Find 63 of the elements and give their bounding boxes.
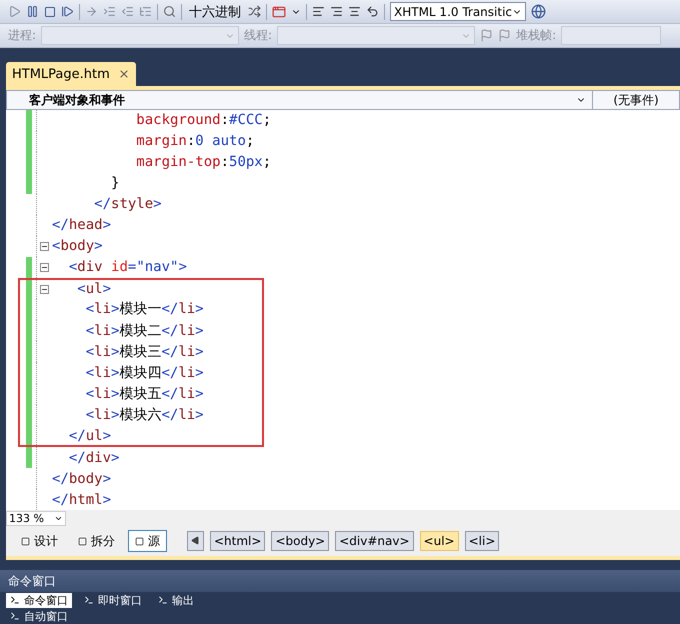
breadcrumb[interactable]: <div#nav>	[335, 531, 414, 551]
align-left-icon[interactable]	[312, 5, 325, 18]
code-line: <body>	[52, 238, 103, 254]
view-tab[interactable]: 源	[128, 530, 167, 552]
collapse-icon[interactable]	[40, 262, 49, 272]
code-line: <li>模块三</li>	[84, 342, 204, 361]
schema-select[interactable]: XHTML 1.0 Transitic	[390, 2, 526, 21]
window-icon[interactable]	[272, 4, 286, 18]
panel-tab[interactable]: 自动窗口	[6, 608, 72, 624]
terminal-icon	[10, 595, 20, 605]
pause-icon[interactable]	[26, 5, 39, 18]
scroll-left-button[interactable]	[187, 531, 204, 551]
code-line: </ul>	[68, 428, 112, 444]
hex-button[interactable]: 十六进制	[187, 2, 243, 20]
undo-icon[interactable]	[366, 5, 379, 18]
code-line: <li>模块六</li>	[84, 406, 204, 424]
code-line: </body>	[52, 470, 112, 487]
shuffle-icon[interactable]	[248, 5, 261, 18]
panel-tab[interactable]: 命令窗口	[6, 592, 72, 608]
terminal-icon	[158, 595, 168, 605]
zoom-select[interactable]: 133 %	[6, 510, 66, 526]
code-line: </style>	[93, 196, 162, 212]
stack-frame-label: 堆栈帧:	[516, 27, 556, 44]
square-icon	[21, 536, 30, 546]
square-icon	[135, 536, 144, 546]
code-line: margin-top:50px;	[135, 154, 272, 170]
square-icon	[78, 536, 87, 546]
breadcrumb[interactable]: <ul>	[420, 531, 459, 551]
align-center-icon[interactable]	[348, 5, 361, 18]
collapse-icon[interactable]	[40, 284, 49, 294]
globe-icon[interactable]	[531, 4, 546, 19]
thread-label: 线程:	[244, 27, 272, 44]
terminal-icon	[84, 595, 94, 605]
code-line: background:#CCC;	[135, 112, 272, 128]
breadcrumb[interactable]: <li>	[464, 531, 500, 551]
code-line: <li>模块四</li>	[84, 364, 204, 382]
code-line: <li>模块二</li>	[84, 322, 204, 340]
view-tab[interactable]: 设计	[14, 530, 65, 552]
code-line: </div>	[68, 450, 120, 466]
code-line: <div id="nav">	[68, 259, 187, 276]
panel-tab[interactable]: 即时窗口	[80, 592, 146, 608]
close-icon[interactable]	[118, 68, 130, 80]
code-line: </head>	[52, 217, 112, 234]
code-line: <ul>	[76, 281, 112, 298]
code-line: }	[110, 175, 120, 192]
code-line: <li>模块五</li>	[84, 385, 204, 404]
terminal-icon	[10, 611, 20, 621]
stop-icon[interactable]	[44, 6, 56, 18]
breadcrumb[interactable]: <html>	[210, 531, 266, 551]
breadcrumb[interactable]: <body>	[271, 531, 330, 551]
code-line: <li>模块一</li>	[84, 300, 204, 318]
align-right-icon[interactable]	[330, 5, 343, 18]
code-line: margin:0 auto;	[135, 133, 254, 150]
view-tab[interactable]: 拆分	[71, 530, 122, 552]
left-triangle-icon	[191, 536, 200, 545]
code-line: </html>	[52, 492, 112, 508]
collapse-icon[interactable]	[40, 242, 49, 251]
process-label: 进程:	[8, 27, 36, 44]
panel-tab[interactable]: 输出	[154, 592, 198, 608]
step-icon[interactable]	[61, 5, 74, 18]
search-icon[interactable]	[163, 5, 176, 18]
panel-title: 命令窗口	[0, 570, 680, 592]
document-tab[interactable]: HTMLPage.htm	[6, 62, 136, 86]
